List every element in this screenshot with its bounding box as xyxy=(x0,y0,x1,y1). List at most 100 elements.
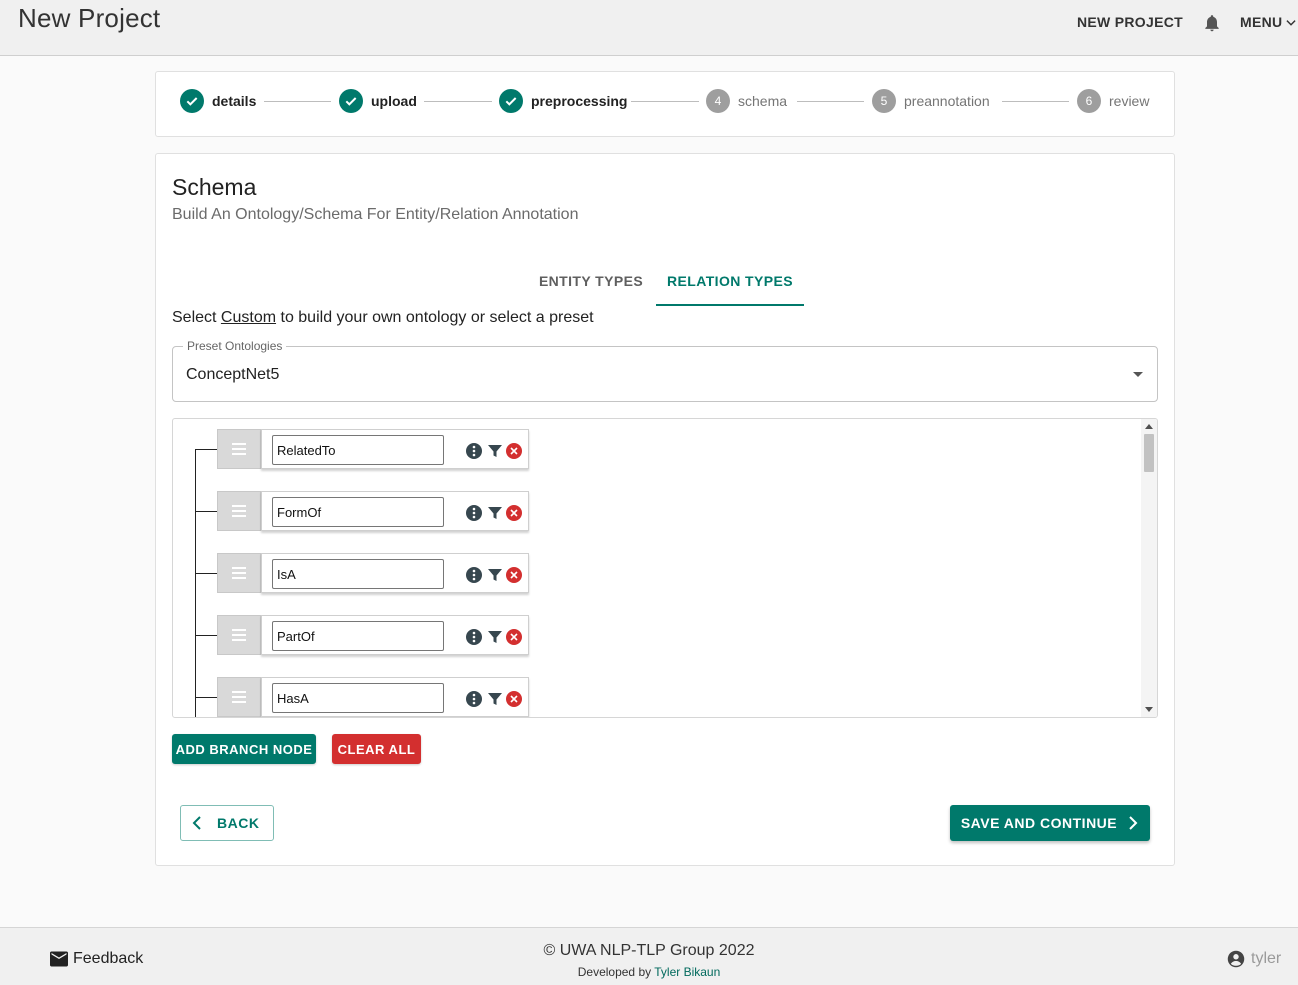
bell-icon[interactable] xyxy=(1202,13,1222,33)
step-connector xyxy=(1002,101,1069,102)
chevron-right-icon xyxy=(1129,816,1138,830)
step-preprocessing[interactable]: preprocessing xyxy=(499,89,627,113)
instruction-suffix: to build your own ontology or select a p… xyxy=(276,309,594,326)
tree-branch-line xyxy=(195,449,217,450)
copyright: © UWA NLP-TLP Group 2022 xyxy=(543,942,755,959)
drag-handle-icon[interactable] xyxy=(217,615,261,655)
node-name-input[interactable] xyxy=(272,559,444,589)
info-icon[interactable] xyxy=(466,629,482,645)
step-connector xyxy=(631,101,699,102)
scroll-up-icon[interactable] xyxy=(1145,424,1153,429)
scroll-down-icon[interactable] xyxy=(1145,707,1153,712)
add-branch-node-button[interactable]: ADD BRANCH NODE xyxy=(172,734,316,764)
step-schema[interactable]: 4 schema xyxy=(706,89,787,113)
step-label: preannotation xyxy=(904,93,990,109)
step-number: 4 xyxy=(706,89,730,113)
tree-scrollbar[interactable] xyxy=(1141,419,1157,717)
remove-icon[interactable] xyxy=(506,443,522,459)
tab-entity-types[interactable]: ENTITY TYPES xyxy=(527,264,655,306)
schema-title: Schema xyxy=(172,174,257,200)
node-card xyxy=(261,553,529,593)
instruction-prefix: Select xyxy=(172,309,221,326)
check-icon xyxy=(499,89,523,113)
node-card xyxy=(261,615,529,655)
info-icon[interactable] xyxy=(466,505,482,521)
node-name-input[interactable] xyxy=(272,497,444,527)
account-circle-icon xyxy=(1227,950,1245,968)
step-label: details xyxy=(212,93,257,109)
tree-connector xyxy=(195,450,196,717)
developer-link[interactable]: Tyler Bikaun xyxy=(654,965,720,979)
username: tyler xyxy=(1251,950,1282,967)
clear-all-button[interactable]: CLEAR ALL xyxy=(332,734,421,764)
check-icon xyxy=(339,89,363,113)
tree-branch-line xyxy=(195,635,217,636)
app-header: New Project NEW PROJECT MENU xyxy=(0,0,1298,56)
step-upload[interactable]: upload xyxy=(339,89,417,113)
custom-link[interactable]: Custom xyxy=(221,309,276,326)
step-connector xyxy=(264,101,331,102)
info-icon[interactable] xyxy=(466,691,482,707)
developed-prefix: Developed by xyxy=(577,965,655,979)
remove-icon[interactable] xyxy=(506,629,522,645)
step-details[interactable]: details xyxy=(180,89,256,113)
drag-handle-icon[interactable] xyxy=(217,553,261,593)
scroll-thumb[interactable] xyxy=(1144,434,1154,472)
step-label: review xyxy=(1109,93,1150,109)
filter-icon[interactable] xyxy=(487,691,503,707)
new-project-button[interactable]: NEW PROJECT xyxy=(1077,14,1183,30)
node-card xyxy=(261,677,529,717)
step-number: 6 xyxy=(1077,89,1101,113)
step-label: schema xyxy=(738,93,788,109)
step-preannotation[interactable]: 5 preannotation xyxy=(872,89,990,113)
filter-icon[interactable] xyxy=(487,443,503,459)
filter-icon[interactable] xyxy=(487,505,503,521)
node-card xyxy=(261,429,529,469)
menu-button[interactable]: MENU xyxy=(1240,14,1282,30)
node-card xyxy=(261,491,529,531)
preset-value: ConceptNet5 xyxy=(186,366,280,383)
footer: Feedback © UWA NLP-TLP Group 2022 Develo… xyxy=(0,927,1298,985)
drag-handle-icon[interactable] xyxy=(217,429,261,469)
schema-card: Schema Build An Ontology/Schema For Enti… xyxy=(155,153,1175,866)
step-label: upload xyxy=(371,93,417,109)
step-connector xyxy=(424,101,492,102)
page-title: New Project xyxy=(18,3,161,33)
node-name-input[interactable] xyxy=(272,435,444,465)
chevron-down-icon[interactable] xyxy=(1284,16,1298,30)
ontology-tree xyxy=(172,418,1158,718)
save-label: SAVE AND CONTINUE xyxy=(960,815,1118,831)
preset-legend: Preset Ontologies xyxy=(183,339,287,353)
step-connector xyxy=(797,101,864,102)
tab-relation-types[interactable]: RELATION TYPES xyxy=(656,264,804,306)
node-name-input[interactable] xyxy=(272,621,444,651)
developed-by: Developed by Tyler Bikaun xyxy=(0,965,1298,979)
back-button[interactable]: BACK xyxy=(180,805,274,841)
tree-branch-line xyxy=(195,697,217,698)
info-icon[interactable] xyxy=(466,443,482,459)
filter-icon[interactable] xyxy=(487,567,503,583)
tree-branch-line xyxy=(195,573,217,574)
preset-instruction: Select Custom to build your own ontology… xyxy=(172,309,594,327)
step-review[interactable]: 6 review xyxy=(1077,89,1149,113)
step-label: preprocessing xyxy=(531,93,628,109)
tree-branch-line xyxy=(195,511,217,512)
remove-icon[interactable] xyxy=(506,691,522,707)
remove-icon[interactable] xyxy=(506,567,522,583)
check-icon xyxy=(180,89,204,113)
info-icon[interactable] xyxy=(466,567,482,583)
stepper: details upload preprocessing 4 schema 5 … xyxy=(155,71,1175,137)
caret-down-icon xyxy=(1133,372,1143,377)
save-and-continue-button[interactable]: SAVE AND CONTINUE xyxy=(950,805,1150,841)
step-number: 5 xyxy=(872,89,896,113)
back-label: BACK xyxy=(217,815,260,831)
chevron-left-icon xyxy=(192,816,201,830)
drag-handle-icon[interactable] xyxy=(217,677,261,717)
drag-handle-icon[interactable] xyxy=(217,491,261,531)
remove-icon[interactable] xyxy=(506,505,522,521)
node-name-input[interactable] xyxy=(272,683,444,713)
preset-ontologies-select[interactable]: Preset Ontologies ConceptNet5 xyxy=(172,339,1158,402)
filter-icon[interactable] xyxy=(487,629,503,645)
schema-subtitle: Build An Ontology/Schema For Entity/Rela… xyxy=(172,206,579,223)
user-account[interactable]: tyler xyxy=(1227,950,1281,968)
